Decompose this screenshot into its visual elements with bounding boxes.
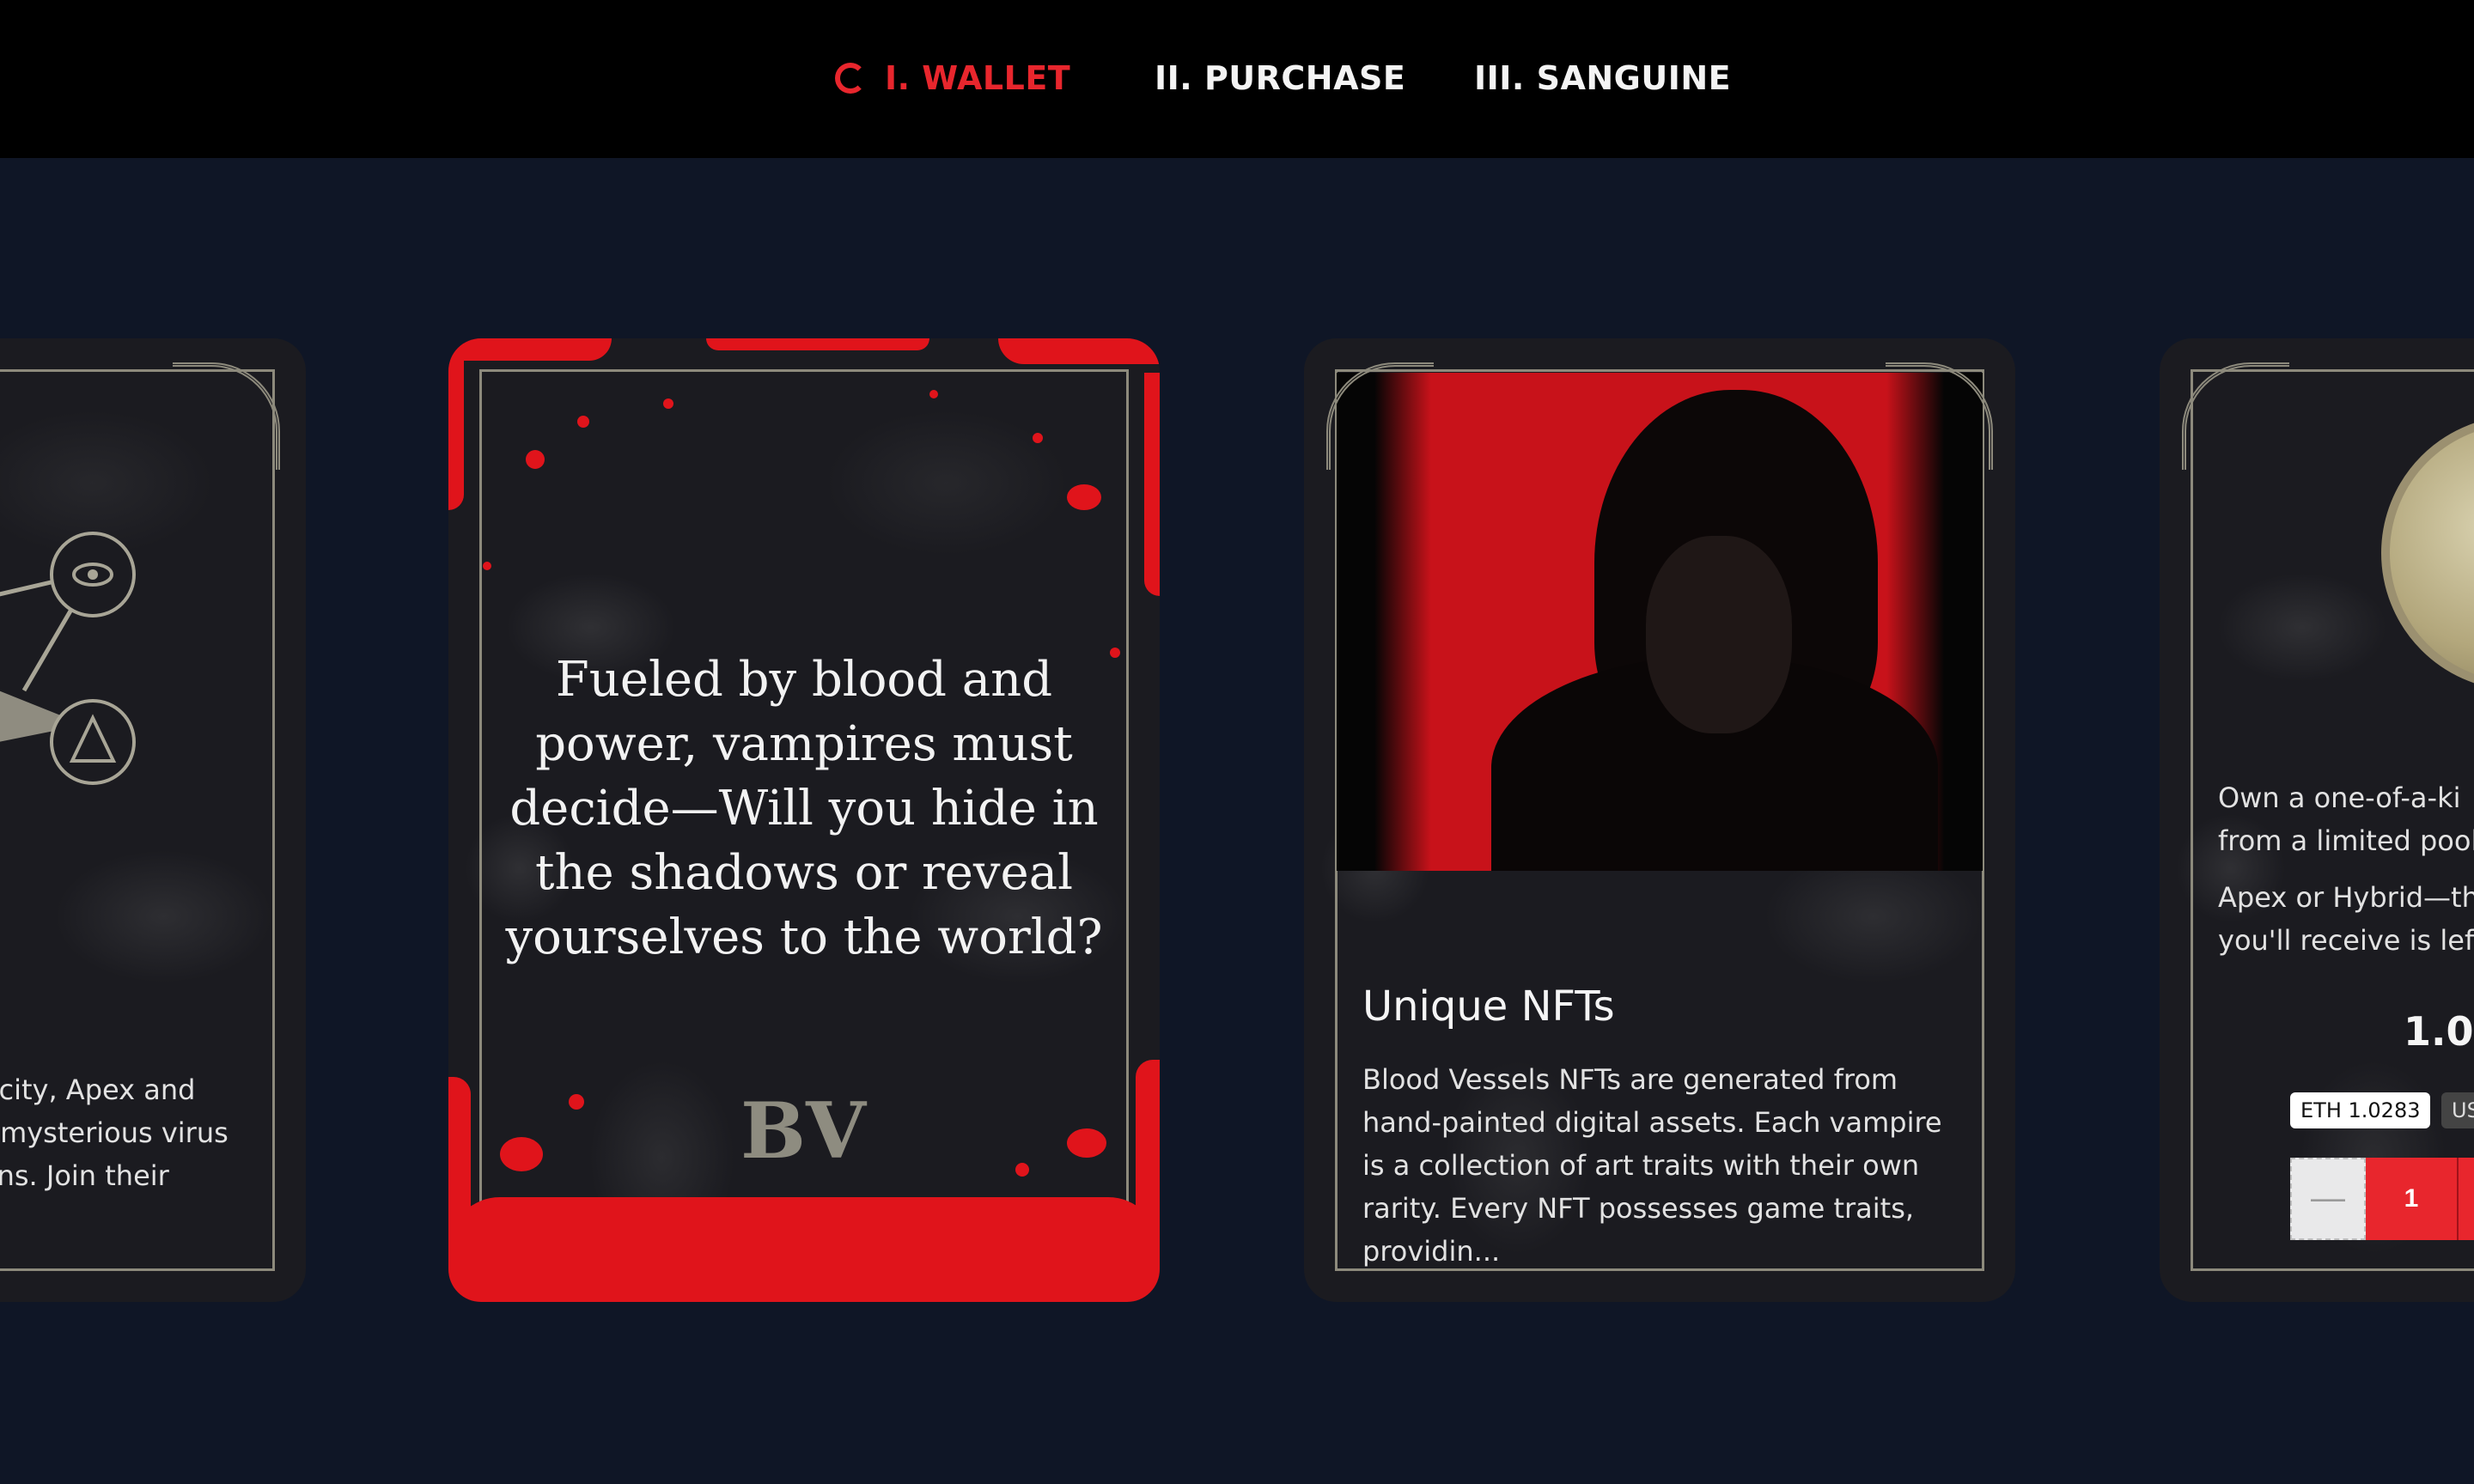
quote-text: Fueled by blood and power, vampires must… xyxy=(505,652,1103,965)
lore-text-line: eins. Join their xyxy=(0,1159,169,1192)
card-description: Blood Vessels NFTs are generated from ha… xyxy=(1362,1063,1942,1268)
purchase-text-line: you'll receive is left xyxy=(2218,924,2474,957)
step-navigation: I. WALLET II. PURCHASE III. SANGUINE xyxy=(0,0,2474,158)
step-purchase-label: II. PURCHASE xyxy=(1155,59,1406,97)
purchase-text-line: from a limited pool xyxy=(2218,824,2474,857)
price-value: 1.02 xyxy=(2404,1008,2474,1055)
faction-diagram-icon xyxy=(0,532,136,785)
nft-info-card[interactable]: Unique NFTs Blood Vessels NFTs are gener… xyxy=(1304,338,2015,1302)
lore-text-line: d city, Apex and xyxy=(0,1073,196,1106)
quote-card[interactable]: Fueled by blood and power, vampires must… xyxy=(448,338,1160,1302)
quantity-decrement-button[interactable]: — xyxy=(2290,1158,2366,1240)
lore-text-line: A mysterious virus xyxy=(0,1116,229,1149)
purchase-card[interactable]: Own a one-of-a-ki from a limited pool Ap… xyxy=(2160,338,2474,1302)
eth-price-badge: ETH 1.0283 xyxy=(2290,1092,2431,1128)
loading-spinner-icon xyxy=(835,63,866,94)
quantity-increment-button[interactable] xyxy=(2457,1158,2474,1240)
purchase-text-line: Apex or Hybrid—the xyxy=(2218,881,2474,914)
step-sanguine-label: III. SANGUINE xyxy=(1474,59,1732,97)
card-carousel[interactable]: d city, Apex and A mysterious virus eins… xyxy=(0,158,2474,1484)
step-sanguine[interactable]: III. SANGUINE xyxy=(1474,48,1731,108)
bv-monogram-logo: BV xyxy=(740,1086,866,1177)
step-wallet-label: I. WALLET xyxy=(885,59,1071,97)
purchase-text-line: Own a one-of-a-ki xyxy=(2218,782,2461,814)
quantity-value[interactable]: 1 xyxy=(2366,1158,2457,1240)
step-wallet[interactable]: I. WALLET xyxy=(835,48,1070,108)
step-purchase[interactable]: II. PURCHASE xyxy=(1155,48,1405,108)
usd-price-badge: US xyxy=(2441,1092,2474,1128)
card-title: Unique NFTs xyxy=(1362,982,1615,1031)
lore-card[interactable]: d city, Apex and A mysterious virus eins… xyxy=(0,338,306,1302)
